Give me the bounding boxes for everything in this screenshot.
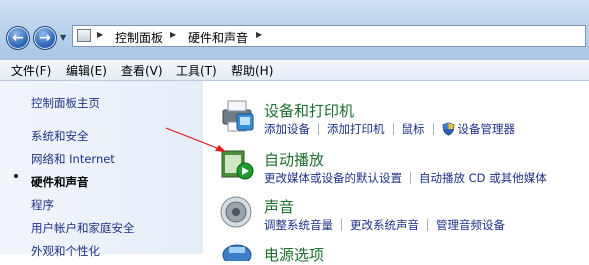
sidebar-item-programs[interactable]: 程序 [31, 197, 54, 213]
category-title-power-options[interactable]: 电源选项 [264, 244, 324, 265]
sidebar-item-control-panel-home[interactable]: 控制面板主页 [31, 95, 100, 111]
recent-pages-dropdown-icon[interactable]: ▼ [60, 33, 66, 42]
menu-edit[interactable]: 编辑(E) [66, 62, 107, 79]
address-bar-area: ← → ▼ ▶ 控制面板 ▶ 硬件和声音 ▶ [0, 0, 589, 60]
forward-button[interactable]: → [33, 26, 57, 50]
menu-help[interactable]: 帮助(H) [231, 62, 273, 79]
sidebar-item-appearance[interactable]: 外观和个性化 [31, 243, 100, 259]
menu-view[interactable]: 查看(V) [121, 62, 163, 79]
current-item-bullet [14, 174, 18, 178]
breadcrumb-hardware-sound[interactable]: 硬件和声音 [188, 29, 248, 46]
link-separator [392, 123, 394, 135]
link-separator [427, 219, 428, 231]
link-change-media-defaults[interactable]: 更改媒体或设备的默认设置 [264, 171, 402, 185]
category-title-autoplay[interactable]: 自动播放 [264, 149, 324, 170]
link-change-sounds[interactable]: 更改系统声音 [350, 218, 419, 232]
address-field[interactable]: ▶ 控制面板 ▶ 硬件和声音 ▶ [72, 25, 586, 47]
control-panel-icon [77, 29, 91, 42]
uac-shield-icon [441, 122, 455, 136]
link-adjust-volume[interactable]: 调整系统音量 [264, 218, 333, 232]
link-device-manager[interactable]: 设备管理器 [458, 122, 516, 136]
category-content-pane: 设备和打印机 添加设备 添加打印机 鼠标 设备管理器 自动播放 更改媒体或设备的默认设… [203, 81, 589, 264]
devices-printers-links: 添加设备 添加打印机 鼠标 设备管理器 [264, 121, 515, 137]
sidebar-item-system-security[interactable]: 系统和安全 [31, 128, 89, 144]
printer-icon[interactable] [219, 98, 257, 134]
menu-file[interactable]: 文件(F) [11, 62, 51, 79]
menu-tools[interactable]: 工具(T) [176, 62, 217, 79]
sidebar-item-hardware-sound: 硬件和声音 [31, 175, 89, 189]
link-autoplay-cd[interactable]: 自动播放 CD 或其他媒体 [419, 171, 547, 185]
link-add-device[interactable]: 添加设备 [264, 122, 310, 136]
breadcrumb-separator-icon[interactable]: ▶ [170, 30, 176, 39]
sidebar-item-user-accounts[interactable]: 用户帐户和家庭安全 [31, 220, 135, 236]
breadcrumb-separator-icon[interactable]: ▶ [256, 30, 262, 39]
sidebar-item-network-internet[interactable]: 网络和 Internet [31, 151, 115, 167]
breadcrumb-control-panel[interactable]: 控制面板 [115, 29, 163, 46]
speaker-icon[interactable] [219, 194, 257, 230]
category-title-sound[interactable]: 声音 [264, 196, 294, 217]
link-separator [432, 123, 434, 135]
link-mouse[interactable]: 鼠标 [402, 122, 425, 136]
link-separator [410, 172, 411, 184]
back-button[interactable]: ← [6, 26, 30, 50]
link-separator [318, 123, 319, 135]
sound-links: 调整系统音量 更改系统声音 管理音频设备 [264, 217, 505, 233]
link-add-printer[interactable]: 添加打印机 [327, 122, 385, 136]
menu-bar: 文件(F) 编辑(E) 查看(V) 工具(T) 帮助(H) [0, 60, 589, 81]
category-title-devices-printers[interactable]: 设备和打印机 [264, 100, 354, 121]
autoplay-icon[interactable] [219, 147, 257, 181]
breadcrumb-separator-icon[interactable]: ▶ [97, 30, 103, 39]
power-icon[interactable] [219, 241, 257, 261]
link-manage-audio-devices[interactable]: 管理音频设备 [436, 218, 505, 232]
left-navigation-pane: 控制面板主页 系统和安全 网络和 Internet 硬件和声音 程序 用户帐户和… [0, 81, 203, 258]
autoplay-links: 更改媒体或设备的默认设置 自动播放 CD 或其他媒体 [264, 170, 547, 186]
link-separator [341, 219, 342, 231]
